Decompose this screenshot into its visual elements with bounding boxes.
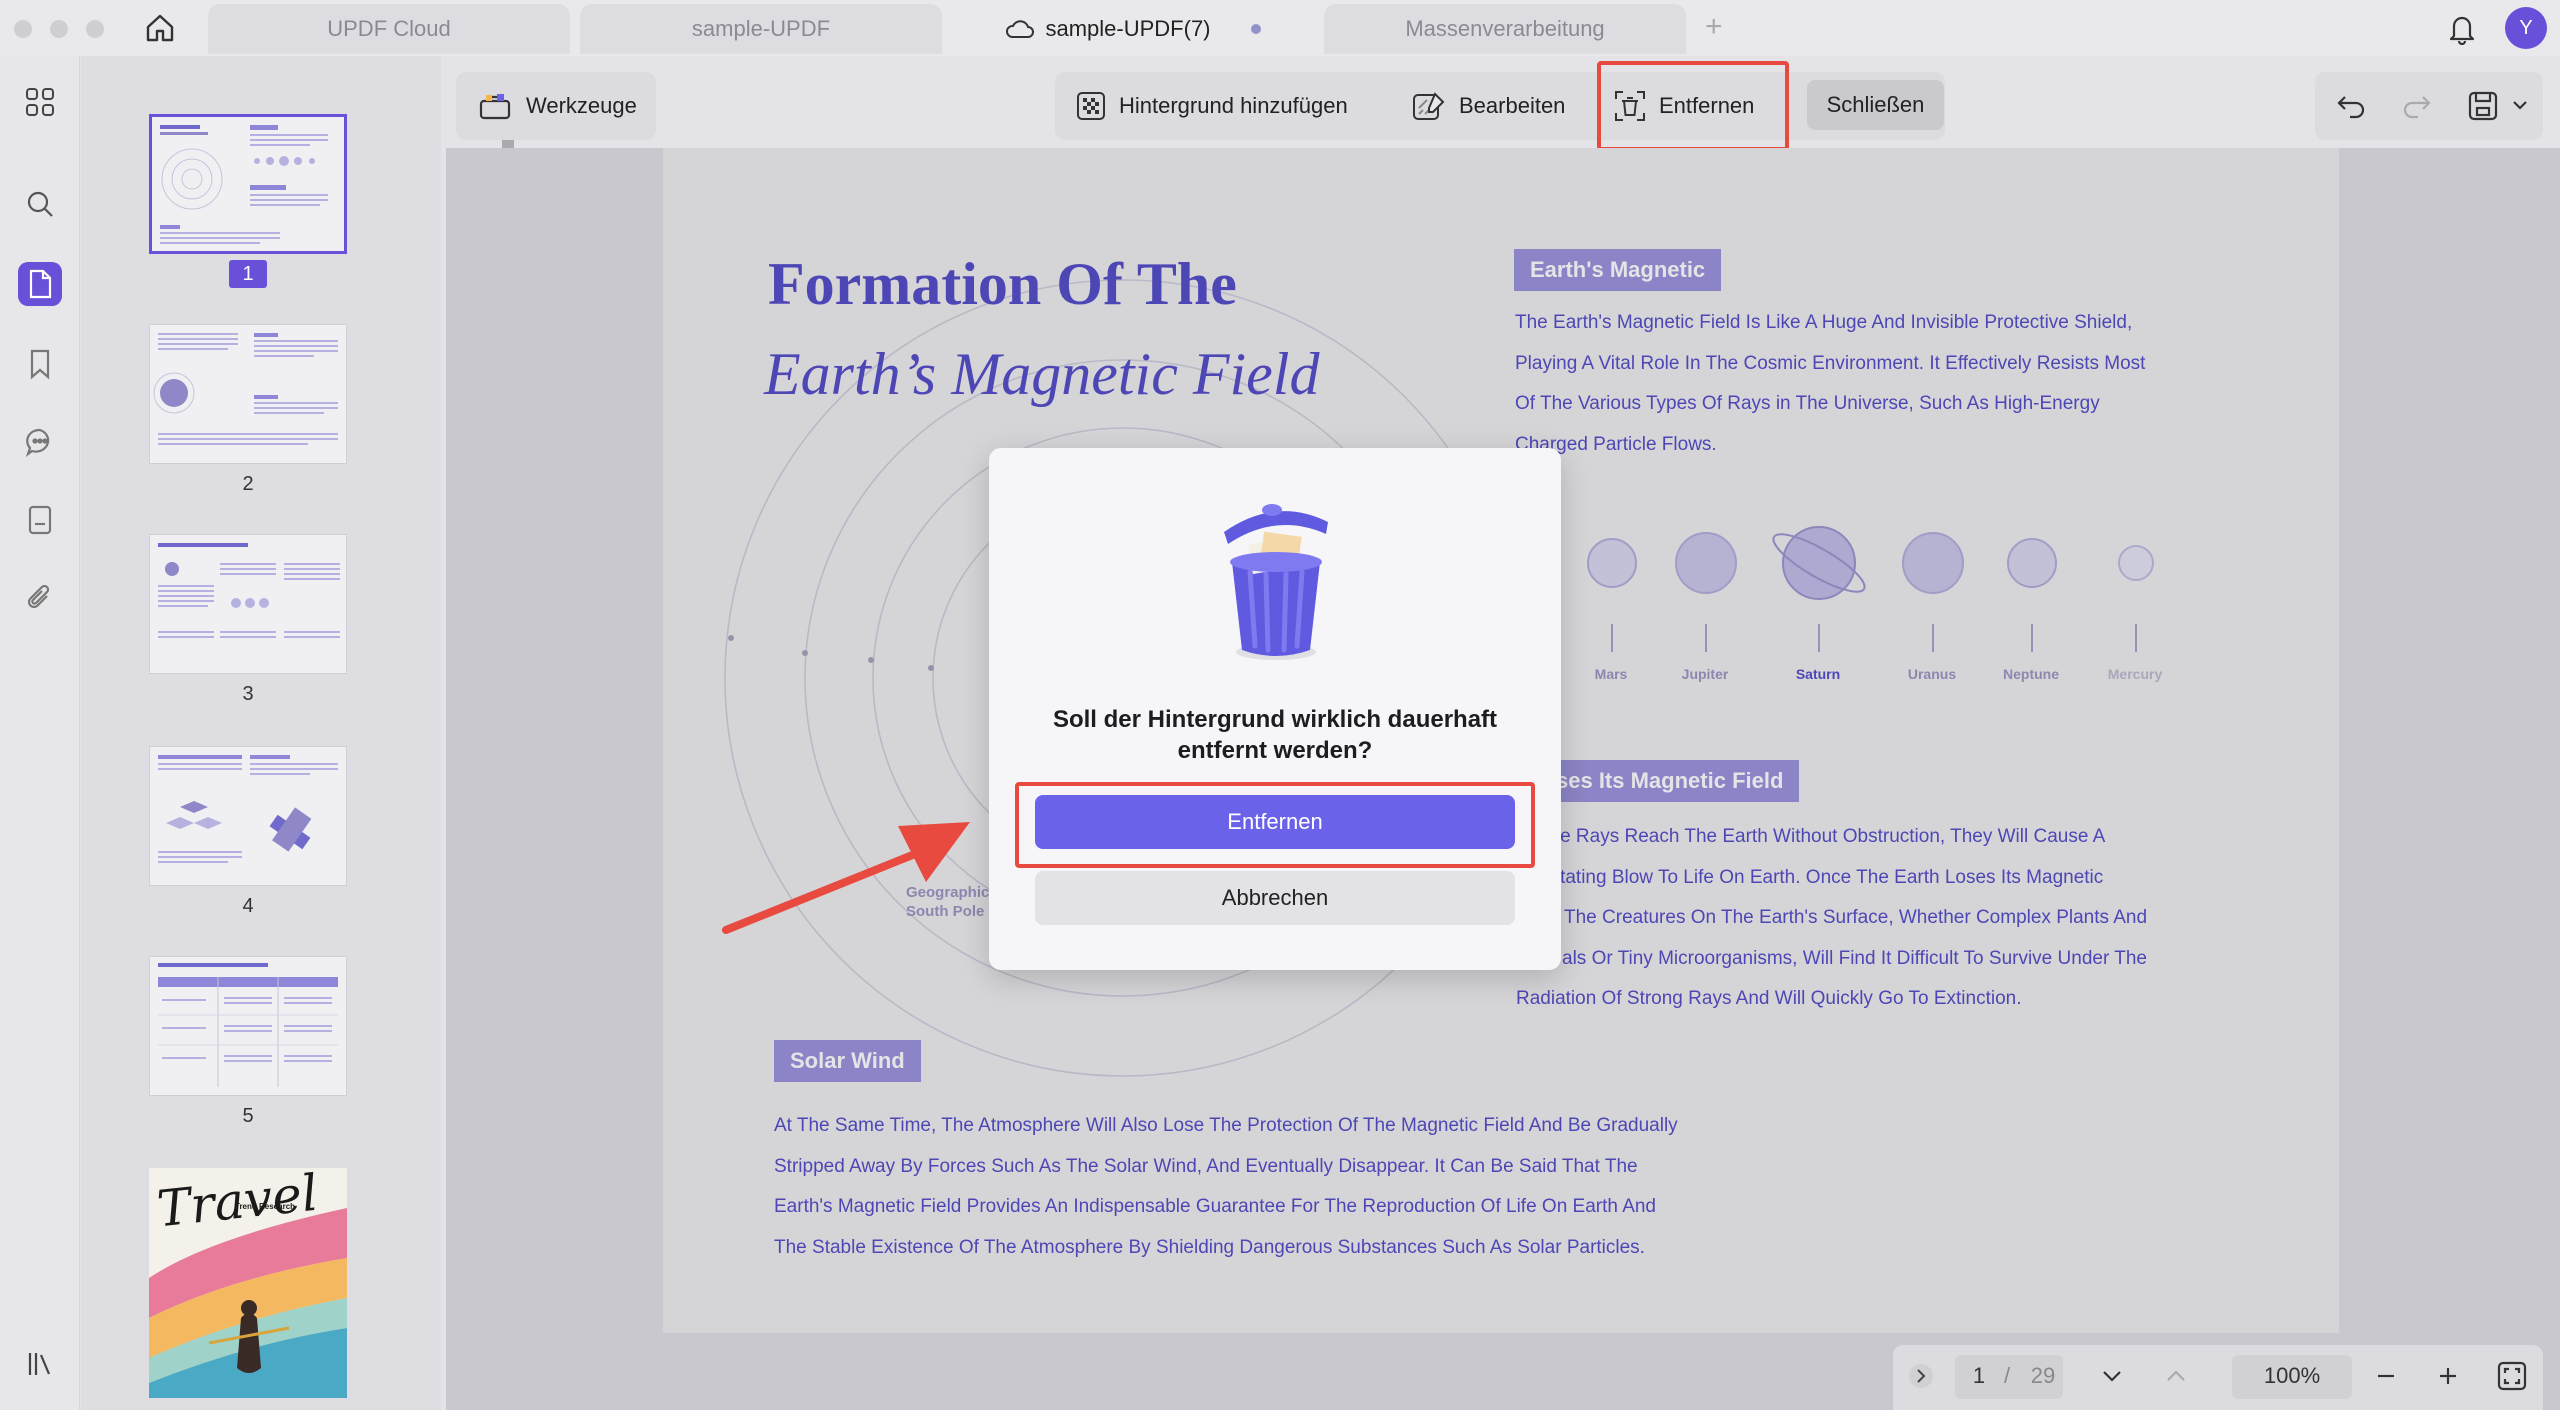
confirm-button-highlight bbox=[1015, 782, 1535, 868]
attachment-icon[interactable] bbox=[18, 576, 62, 620]
unsaved-dot bbox=[1250, 24, 1261, 34]
previous-page-icon[interactable] bbox=[2156, 1346, 2196, 1406]
window-close-button[interactable] bbox=[14, 20, 32, 38]
tab-sample-updf-7[interactable]: sample-UPDF(7) bbox=[952, 4, 1314, 54]
add-background-label: Hintergrund hinzufügen bbox=[1119, 93, 1348, 118]
remove-button-highlight bbox=[1597, 61, 1789, 151]
tools-button[interactable]: Werkzeuge bbox=[456, 72, 656, 140]
left-rail bbox=[0, 56, 80, 1410]
tools-label: Werkzeuge bbox=[526, 93, 637, 118]
add-tab-button[interactable]: + bbox=[1705, 10, 1723, 44]
save-icon[interactable] bbox=[2465, 88, 2501, 129]
zoom-out-icon[interactable] bbox=[2366, 1346, 2406, 1406]
edit-button[interactable]: Bearbeiten bbox=[1411, 72, 1565, 140]
tab-label: UPDF Cloud bbox=[327, 16, 451, 41]
tab-label: sample-UPDF(7) bbox=[1045, 16, 1211, 41]
thumbnail-page-3[interactable] bbox=[149, 534, 347, 674]
tab-sample-updf[interactable]: sample-UPDF bbox=[580, 4, 942, 54]
edit-background-icon bbox=[1413, 92, 1445, 120]
comment-icon[interactable] bbox=[18, 420, 62, 464]
library-icon[interactable] bbox=[18, 1342, 62, 1386]
zoom-in-icon[interactable] bbox=[2428, 1346, 2468, 1406]
thumbnail-number: 2 bbox=[242, 473, 254, 495]
thumbnail-page-5[interactable] bbox=[149, 956, 347, 1096]
thumbnail-number: 3 bbox=[242, 683, 254, 705]
bookmark-icon[interactable] bbox=[18, 342, 62, 386]
undo-icon[interactable] bbox=[2335, 89, 2369, 128]
page-separator: / bbox=[2003, 1363, 2011, 1388]
thumbnail-tag: Trend Research bbox=[235, 1202, 296, 1211]
trash-can-icon bbox=[1224, 504, 1328, 660]
current-page: 1 bbox=[1972, 1363, 1986, 1388]
thumbnail-number: 4 bbox=[242, 895, 254, 917]
thumbnail-panel: 1 2 3 4 5 Travel Trend Research bbox=[81, 56, 514, 1410]
window-zoom-button[interactable] bbox=[86, 20, 104, 38]
thumbnail-page-2[interactable] bbox=[149, 324, 347, 464]
edit-label: Bearbeiten bbox=[1459, 93, 1566, 118]
tab-massenverarbeitung[interactable]: Massenverarbeitung bbox=[1324, 4, 1686, 54]
redo-icon[interactable] bbox=[2399, 89, 2433, 128]
fit-page-icon[interactable] bbox=[2490, 1346, 2534, 1406]
thumbnail-page-4[interactable] bbox=[149, 746, 347, 886]
next-page-icon[interactable] bbox=[2092, 1346, 2132, 1406]
chevron-down-icon[interactable] bbox=[2511, 96, 2529, 119]
history-toolbar bbox=[2315, 72, 2543, 140]
thumbnail-number: 5 bbox=[242, 1105, 254, 1127]
close-background-button[interactable]: Schließen bbox=[1807, 80, 1944, 130]
cloud-icon bbox=[1006, 20, 1035, 38]
add-background-button[interactable]: Hintergrund hinzufügen bbox=[1075, 72, 1348, 140]
home-icon[interactable] bbox=[140, 8, 180, 48]
cancel-button[interactable]: Abbrechen bbox=[1035, 871, 1515, 925]
zoom-level: 100% bbox=[2263, 1363, 2321, 1388]
tab-label: sample-UPDF bbox=[691, 16, 831, 41]
search-icon[interactable] bbox=[18, 182, 62, 226]
tab-updf-cloud[interactable]: UPDF Cloud bbox=[208, 4, 570, 54]
thumbnail-page-1[interactable] bbox=[149, 114, 347, 254]
dialog-message: Soll der Hintergrund wirklich dauerhaft … bbox=[1052, 706, 1498, 764]
window-minimize-button[interactable] bbox=[50, 20, 68, 38]
thumbnail-number: 1 bbox=[229, 260, 267, 288]
thumbnail-page-6[interactable]: Travel Trend Research bbox=[149, 1168, 347, 1398]
total-pages: 29 bbox=[2030, 1363, 2056, 1388]
confirm-remove-dialog: Soll der Hintergrund wirklich dauerhaft … bbox=[989, 448, 1561, 970]
checkerboard-icon bbox=[1077, 92, 1105, 120]
apps-grid-icon[interactable] bbox=[18, 80, 62, 124]
document-icon[interactable] bbox=[18, 498, 62, 542]
avatar[interactable]: Y bbox=[2505, 7, 2547, 49]
page-thumbnails-icon[interactable] bbox=[18, 262, 62, 306]
toolbox-icon bbox=[479, 94, 511, 120]
expand-chevron-icon[interactable] bbox=[1900, 1346, 1942, 1406]
title-bar: UPDF Cloud sample-UPDF sample-UPDF(7) Ma… bbox=[0, 0, 2560, 56]
tab-label: Massenverarbeitung bbox=[1405, 16, 1605, 41]
red-arrow-annotation bbox=[722, 822, 970, 934]
bell-icon[interactable] bbox=[2442, 8, 2482, 48]
